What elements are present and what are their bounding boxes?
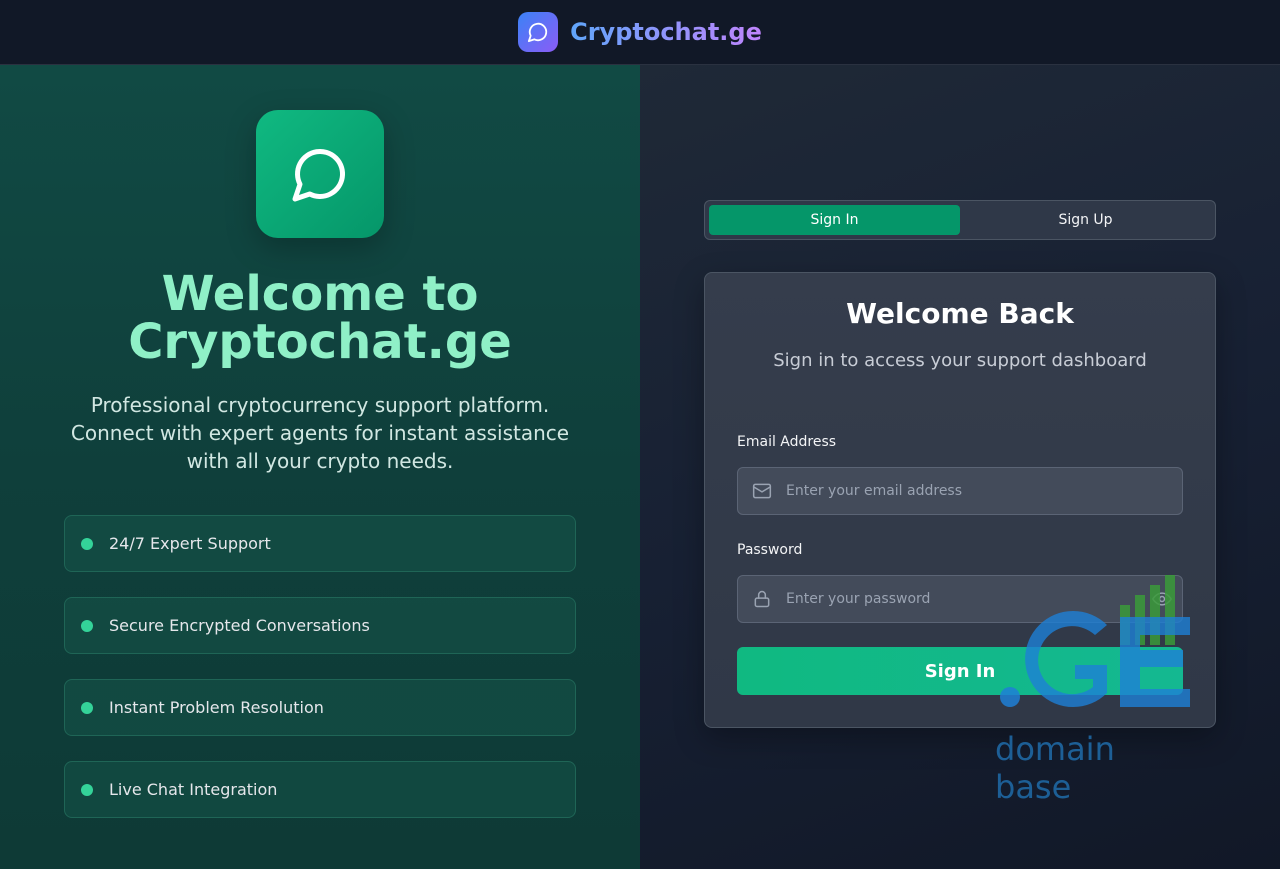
bullet-dot-icon: [81, 701, 93, 714]
email-input[interactable]: [786, 468, 1182, 514]
card-subtitle: Sign in to access your support dashboard: [773, 350, 1147, 371]
feature-label: Secure Encrypted Conversations: [109, 616, 370, 635]
feature-item: Secure Encrypted Conversations: [64, 597, 576, 654]
bullet-dot-icon: [81, 537, 93, 550]
mail-icon: [738, 468, 786, 514]
brand-logo: [518, 12, 559, 52]
top-header: Cryptochat.ge: [0, 0, 1280, 65]
tab-sign-in[interactable]: Sign In: [709, 205, 960, 235]
hero-logo: [256, 110, 384, 238]
welcome-panel: Welcome to Cryptochat.ge Professional cr…: [0, 65, 640, 869]
tab-sign-up[interactable]: Sign Up: [960, 205, 1211, 235]
hero-title: Welcome to Cryptochat.ge: [128, 266, 512, 370]
feature-label: Live Chat Integration: [109, 780, 278, 799]
chat-bubble-icon: [528, 22, 548, 43]
feature-item: 24/7 Expert Support: [64, 515, 576, 572]
bullet-dot-icon: [81, 783, 93, 796]
password-label: Password: [737, 542, 803, 558]
watermark-text: domain base: [995, 730, 1115, 806]
bullet-dot-icon: [81, 619, 93, 632]
auth-tabs: Sign In Sign Up: [704, 200, 1216, 240]
lock-icon: [738, 576, 786, 622]
feature-list: 24/7 Expert Support Secure Encrypted Con…: [64, 515, 576, 843]
hero-subtitle: Professional cryptocurrency support plat…: [70, 393, 570, 473]
feature-item: Live Chat Integration: [64, 761, 576, 818]
feature-label: 24/7 Expert Support: [109, 534, 271, 553]
chat-bubble-icon: [292, 148, 346, 202]
brand[interactable]: Cryptochat.ge: [518, 12, 762, 52]
feature-item: Instant Problem Resolution: [64, 679, 576, 736]
email-label: Email Address: [737, 434, 837, 450]
email-field-wrapper: [737, 467, 1183, 515]
feature-label: Instant Problem Resolution: [109, 698, 324, 717]
card-title: Welcome Back: [846, 297, 1074, 330]
brand-name: Cryptochat.ge: [570, 18, 762, 46]
